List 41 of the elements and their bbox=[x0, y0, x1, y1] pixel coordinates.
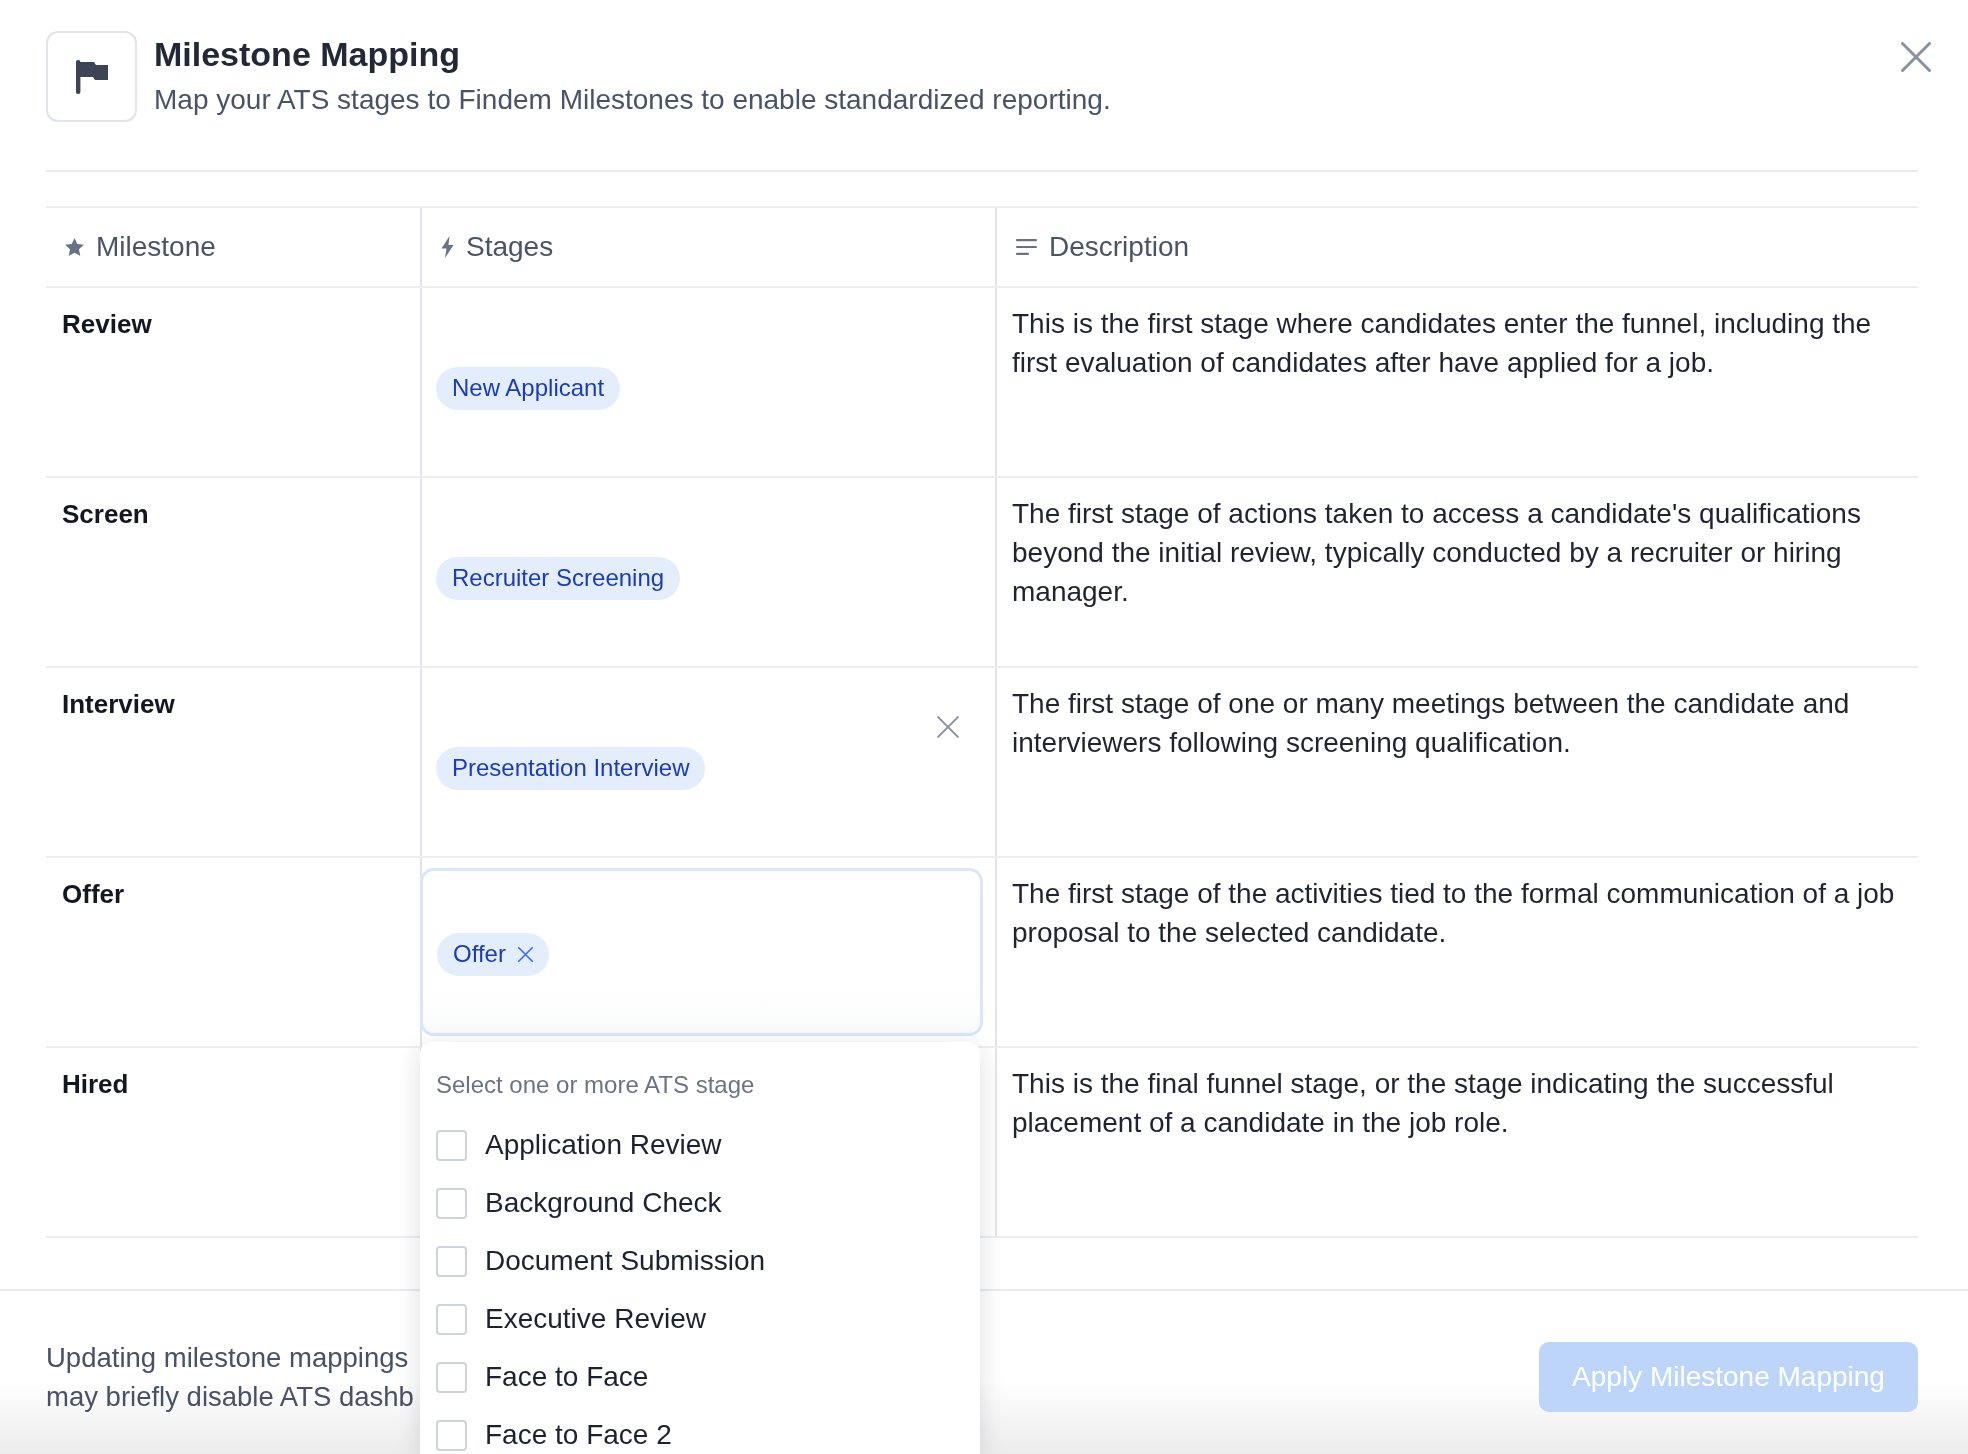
stage-option[interactable]: Document Submission bbox=[436, 1232, 964, 1290]
clear-button[interactable] bbox=[937, 716, 959, 738]
milestone-description: The first stage of the activities tied to the formal communication of a job proposal to the selected candidate. bbox=[1012, 877, 1896, 950]
checkbox[interactable] bbox=[436, 1361, 467, 1393]
dialog-title: Milestone Mapping bbox=[154, 34, 461, 74]
flag-icon bbox=[46, 31, 137, 122]
stage-option[interactable]: Face to Face bbox=[436, 1348, 964, 1406]
column-header: Stages bbox=[466, 231, 554, 263]
remove-icon[interactable] bbox=[517, 946, 533, 962]
dropdown-hint: Select one or more ATS stage bbox=[436, 1071, 755, 1099]
milestone-description: The first stage of one or many meetings between the candidate and interviewers following screening qualification. bbox=[1012, 687, 1851, 760]
checkbox[interactable] bbox=[436, 1245, 467, 1277]
checkbox[interactable] bbox=[436, 1187, 467, 1219]
milestone-name: Interview bbox=[62, 689, 175, 719]
milestone-name: Hired bbox=[62, 1069, 129, 1099]
milestone-name: Screen bbox=[62, 499, 149, 529]
stage-option[interactable]: Executive Review bbox=[436, 1290, 964, 1348]
milestone-name: Offer bbox=[62, 879, 125, 909]
checkbox[interactable] bbox=[436, 1303, 467, 1335]
column-header: Description bbox=[1049, 231, 1190, 263]
stage-tag-label: New Applicant bbox=[452, 374, 605, 402]
stage-tag-label: Offer bbox=[453, 940, 506, 968]
checkbox[interactable] bbox=[436, 1129, 467, 1161]
stage-tag-label: Recruiter Screening bbox=[452, 564, 665, 592]
milestone-description: The first stage of actions taken to access a candidate's qualifications beyond the initial review, typically conducted by a recruiter or hiring manager. bbox=[1012, 497, 1862, 609]
milestone-description: This is the first stage where candidates enter the funnel, including the first evaluation of candidates after have applied for a job. bbox=[1012, 307, 1873, 380]
footer-note: Updating milestone mappings may briefly disable ATS dashb bbox=[46, 1340, 414, 1414]
close-button[interactable] bbox=[1901, 42, 1931, 72]
stage-select-field[interactable]: Offer bbox=[420, 868, 983, 1036]
checkbox[interactable] bbox=[436, 1419, 467, 1451]
stage-option[interactable]: Application Review bbox=[436, 1116, 964, 1174]
text-lines-icon bbox=[1016, 239, 1037, 255]
column-header: Milestone bbox=[96, 231, 216, 263]
milestone-description: This is the final funnel stage, or the stage indicating the successful placement of a candidate in the job role. bbox=[1012, 1067, 1835, 1140]
bolt-icon bbox=[441, 236, 454, 258]
stage-tag-label: Presentation Interview bbox=[452, 754, 690, 782]
milestone-name: Review bbox=[62, 309, 152, 339]
stage-option[interactable]: Background Check bbox=[436, 1174, 964, 1232]
star-icon bbox=[65, 238, 84, 256]
dialog-subtitle: Map your ATS stages to Findem Milestones to enable standardized reporting. bbox=[154, 83, 1111, 117]
stage-option[interactable]: Face to Face 2 bbox=[436, 1406, 964, 1454]
